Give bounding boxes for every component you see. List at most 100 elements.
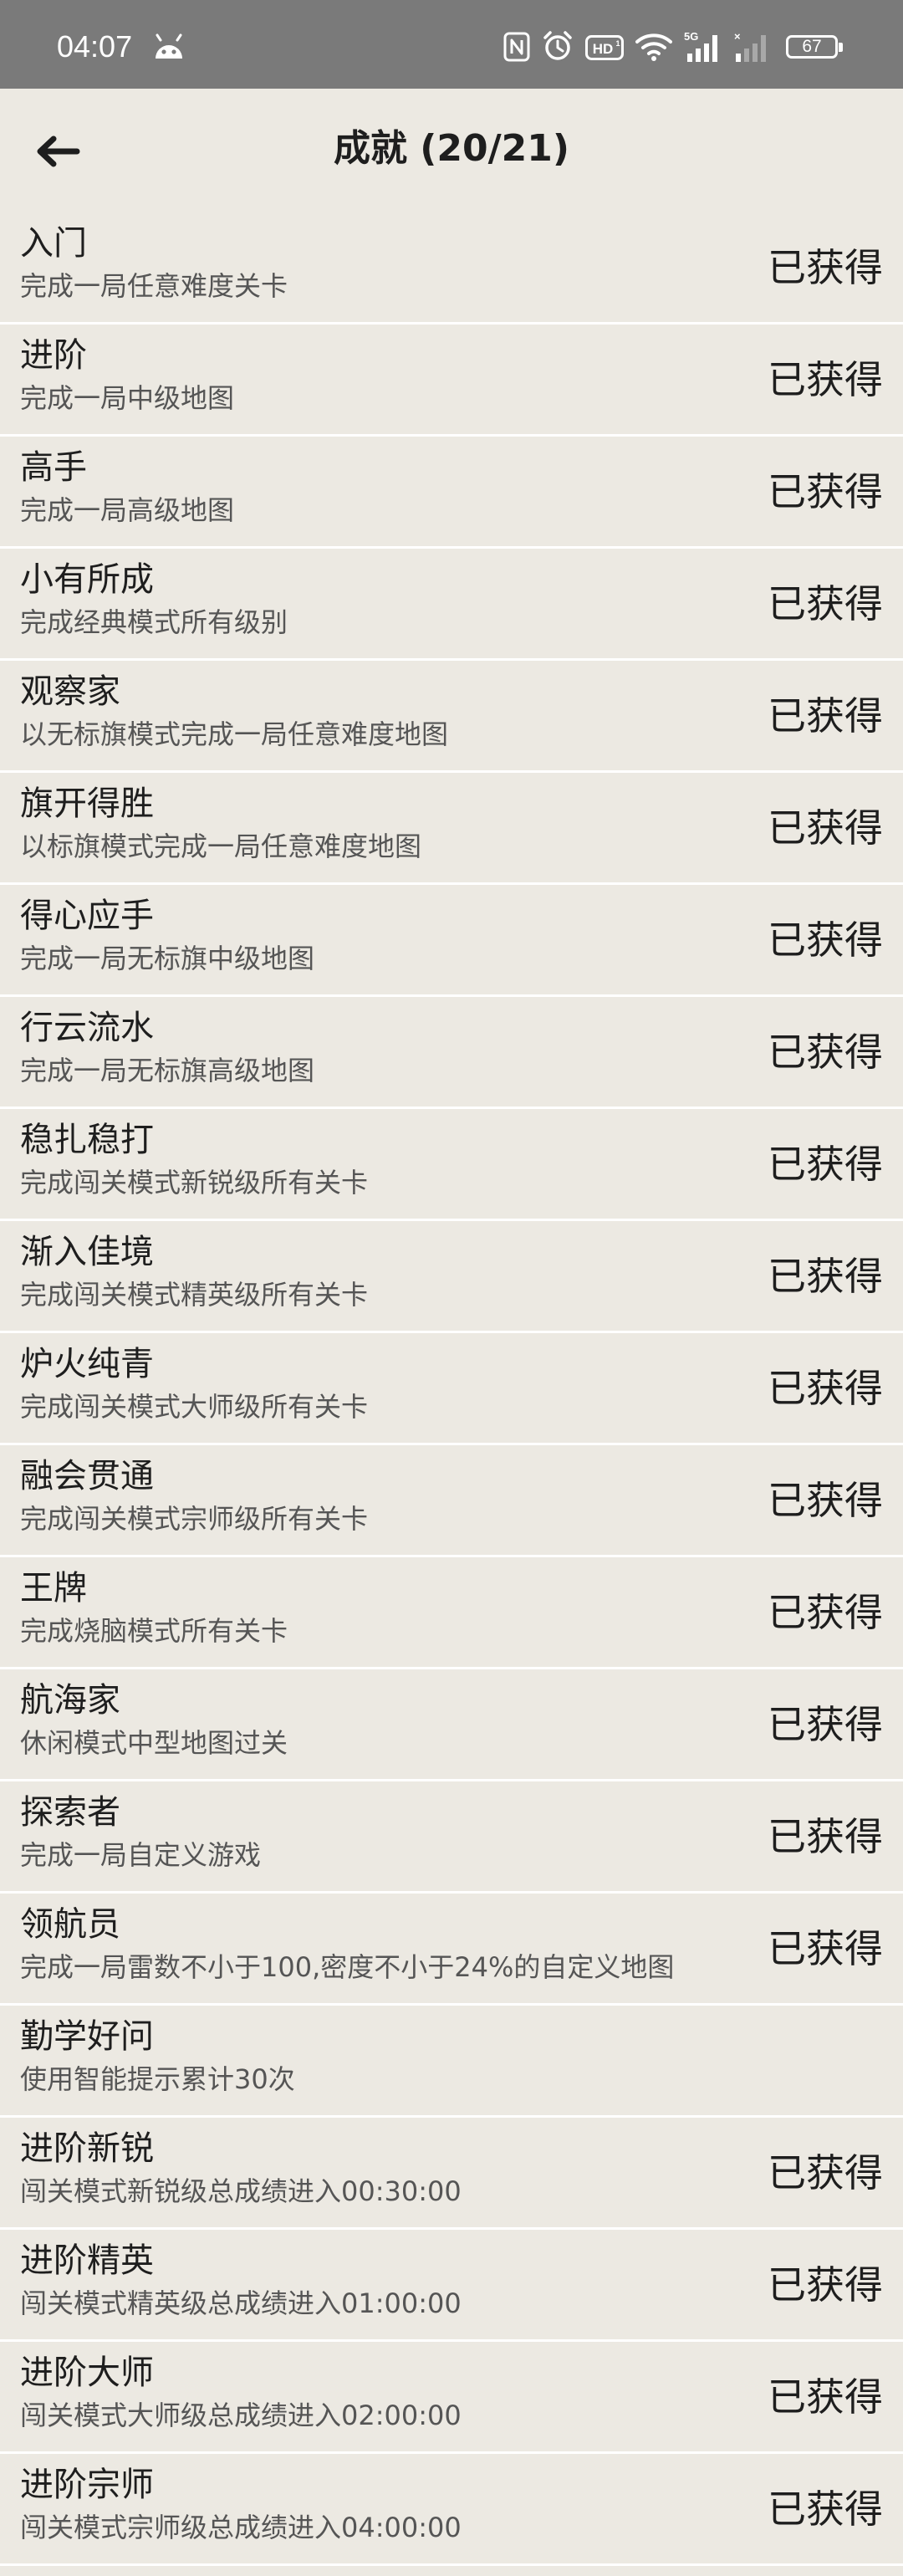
achievement-name: 入门: [20, 224, 87, 263]
achievement-name: 王牌: [20, 1569, 87, 1607]
signal-5g-icon: 5G: [684, 30, 717, 62]
achievement-status: 已获得: [768, 1142, 883, 1187]
nfc-icon: [503, 32, 530, 62]
achievement-status: 已获得: [768, 357, 883, 402]
achievement-description: 闯关模式宗师级总成绩进入04:00:00: [20, 2512, 462, 2543]
achievement-description: 完成一局无标旗高级地图: [20, 1055, 315, 1086]
achievement-status: 已获得: [768, 245, 883, 290]
achievement-name: 炉火纯青: [20, 1345, 154, 1383]
achievement-description: 完成闯关模式宗师级所有关卡: [20, 1503, 369, 1535]
achievement-name: 探索者: [20, 1793, 120, 1832]
achievement-row[interactable]: 入门 完成一局任意难度关卡 已获得: [0, 212, 903, 325]
achievement-name: 高手: [20, 448, 87, 487]
signal-icon: ×: [734, 30, 766, 62]
achievement-row[interactable]: 得心应手 完成一局无标旗中级地图 已获得: [0, 885, 903, 997]
achievement-row[interactable]: 进阶精英 闯关模式精英级总成绩进入01:00:00 已获得: [0, 2230, 903, 2342]
achievement-status: 已获得: [768, 917, 883, 963]
achievement-description: 闯关模式大师级总成绩进入02:00:00: [20, 2400, 462, 2431]
achievement-status: 已获得: [768, 805, 883, 851]
status-time: 04:07: [57, 29, 133, 64]
achievement-name: 进阶新锐: [20, 2129, 154, 2168]
achievement-status: 已获得: [768, 1478, 883, 1523]
achievement-row[interactable]: 王牌 完成烧脑模式所有关卡 已获得: [0, 1557, 903, 1669]
achievement-description: 完成闯关模式大师级所有关卡: [20, 1391, 369, 1423]
achievement-name: 进阶: [20, 336, 87, 375]
achievement-name: 观察家: [20, 672, 120, 711]
achievement-status: 已获得: [768, 469, 883, 514]
achievement-row[interactable]: 进阶宗师 闯关模式宗师级总成绩进入04:00:00 已获得: [0, 2454, 903, 2566]
achievement-status: 已获得: [768, 1814, 883, 1859]
hd-icon: HD 1: [585, 35, 624, 60]
achievement-row[interactable]: 领航员 完成一局雷数不小于100,密度不小于24%的自定义地图 已获得: [0, 1894, 903, 2006]
achievement-row[interactable]: 融会贯通 完成闯关模式宗师级所有关卡 已获得: [0, 1445, 903, 1557]
achievement-status: 已获得: [768, 1030, 883, 1075]
achievement-name: 小有所成: [20, 560, 154, 599]
achievement-status: 已获得: [768, 2262, 883, 2308]
achievement-description: 完成经典模式所有级别: [20, 606, 288, 638]
achievement-name: 进阶宗师: [20, 2466, 154, 2504]
page-title: 成就 (20/21): [333, 127, 570, 170]
achievement-description: 休闲模式中型地图过关: [20, 1727, 288, 1759]
achievement-name: 进阶大师: [20, 2354, 154, 2392]
achievement-description: 闯关模式精英级总成绩进入01:00:00: [20, 2287, 462, 2319]
achievement-status: 已获得: [768, 1702, 883, 1747]
achievement-status: 已获得: [768, 2374, 883, 2420]
battery-icon: 67: [786, 35, 843, 59]
achievement-name: 行云流水: [20, 1009, 154, 1047]
svg-text:5G: 5G: [684, 30, 698, 43]
achievement-row[interactable]: 观察家 以无标旗模式完成一局任意难度地图 已获得: [0, 661, 903, 773]
achievement-description: 以无标旗模式完成一局任意难度地图: [20, 718, 449, 750]
achievement-status: 已获得: [768, 1590, 883, 1635]
achievement-description: 完成闯关模式精英级所有关卡: [20, 1279, 369, 1311]
achievement-row[interactable]: 进阶新锐 闯关模式新锐级总成绩进入00:30:00 已获得: [0, 2118, 903, 2230]
achievement-row[interactable]: 炉火纯青 完成闯关模式大师级所有关卡 已获得: [0, 1333, 903, 1445]
alarm-icon: [543, 31, 572, 60]
achievement-description: 完成一局中级地图: [20, 382, 235, 414]
achievement-row[interactable]: 进阶 完成一局中级地图 已获得: [0, 325, 903, 437]
app-header: 成就 (20/21): [0, 89, 903, 212]
achievement-row[interactable]: 探索者 完成一局自定义游戏 已获得: [0, 1781, 903, 1894]
achievement-status: 已获得: [768, 2487, 883, 2532]
achievement-name: 得心应手: [20, 897, 154, 935]
svg-text:×: ×: [734, 30, 741, 43]
status-bar: 04:07 HD 1 5G × 67: [0, 0, 903, 89]
achievement-name: 勤学好问: [20, 2017, 154, 2056]
achievement-description: 使用智能提示累计30次: [20, 2063, 295, 2095]
achievement-status: 已获得: [768, 2150, 883, 2195]
achievement-row[interactable]: 高手 完成一局高级地图 已获得: [0, 437, 903, 549]
achievement-name: 航海家: [20, 1681, 120, 1720]
android-icon: [156, 33, 182, 59]
achievement-status: 已获得: [768, 1254, 883, 1299]
achievement-description: 完成一局无标旗中级地图: [20, 943, 315, 974]
wifi-icon: [635, 33, 672, 61]
achievement-name: 渐入佳境: [20, 1233, 154, 1271]
achievement-description: 完成一局雷数不小于100,密度不小于24%的自定义地图: [20, 1951, 675, 1983]
achievement-status: 已获得: [768, 1926, 883, 1971]
achievement-row[interactable]: 进阶大师 闯关模式大师级总成绩进入02:00:00 已获得: [0, 2342, 903, 2454]
achievement-description: 完成闯关模式新锐级所有关卡: [20, 1167, 369, 1199]
achievement-name: 旗开得胜: [20, 785, 154, 823]
achievement-row[interactable]: 旗开得胜 以标旗模式完成一局任意难度地图 已获得: [0, 773, 903, 885]
achievement-list: 入门 完成一局任意难度关卡 已获得 进阶 完成一局中级地图 已获得 高手 完成一…: [0, 212, 903, 2566]
achievement-name: 融会贯通: [20, 1457, 154, 1495]
achievement-description: 完成烧脑模式所有关卡: [20, 1615, 288, 1647]
achievement-status: 已获得: [768, 693, 883, 739]
achievement-row[interactable]: 渐入佳境 完成闯关模式精英级所有关卡 已获得: [0, 1221, 903, 1333]
achievement-name: 稳扎稳打: [20, 1121, 154, 1159]
achievement-description: 闯关模式新锐级总成绩进入00:30:00: [20, 2175, 462, 2207]
achievement-status: 已获得: [768, 1366, 883, 1411]
achievement-row[interactable]: 小有所成 完成经典模式所有级别 已获得: [0, 549, 903, 661]
svg-text:HD: HD: [593, 41, 614, 57]
achievement-description: 完成一局高级地图: [20, 494, 235, 526]
achievement-description: 完成一局任意难度关卡: [20, 270, 288, 302]
achievement-name: 进阶精英: [20, 2241, 154, 2280]
achievement-row[interactable]: 航海家 休闲模式中型地图过关 已获得: [0, 1669, 903, 1781]
svg-text:1: 1: [615, 39, 620, 48]
achievement-row[interactable]: 行云流水 完成一局无标旗高级地图 已获得: [0, 997, 903, 1109]
achievement-description: 以标旗模式完成一局任意难度地图: [20, 831, 422, 862]
achievement-row[interactable]: 勤学好问 使用智能提示累计30次: [0, 2006, 903, 2118]
achievement-name: 领航员: [20, 1905, 120, 1944]
achievement-description: 完成一局自定义游戏: [20, 1839, 262, 1871]
achievement-row[interactable]: 稳扎稳打 完成闯关模式新锐级所有关卡 已获得: [0, 1109, 903, 1221]
achievement-status: 已获得: [768, 581, 883, 626]
